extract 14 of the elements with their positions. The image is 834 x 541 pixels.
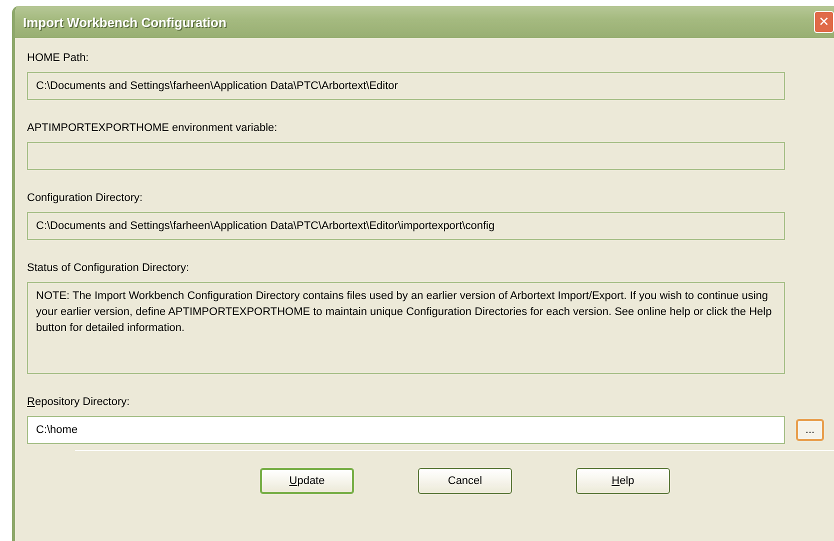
status-note: NOTE: The Import Workbench Configuration Directory contains files used by an earlier version of Arbortext Import/Export. If you wish to continue using your earlier version, define APTIMPORTEXPORTHOME to maintain unique Configuration Directories for each version. See online help or click the Help button for detailed information. [27,282,785,374]
dialog-button[interactable]: Help [576,468,670,494]
browse-button[interactable]: ... [796,419,824,441]
field-label: Configuration Directory: [27,192,143,204]
window-title: Import Workbench Configuration [23,14,226,30]
field-label: HOME Path: [27,52,89,64]
readonly-field: C:\Documents and Settings\farheen\Application Data\PTC\Arbortext\Editor [27,72,785,100]
field-label: Repository Directory: [27,396,130,408]
readonly-field: C:\Documents and Settings\farheen\Application Data\PTC\Arbortext\Editor\importexport\config [27,212,785,240]
dialog-button[interactable]: Cancel [418,468,512,494]
field-label: APTIMPORTEXPORTHOME environment variable: [27,122,278,134]
field-label: Status of Configuration Directory: [27,262,190,274]
input-field[interactable]: C:\home [27,416,785,444]
dialog-button[interactable]: Update [260,468,354,494]
